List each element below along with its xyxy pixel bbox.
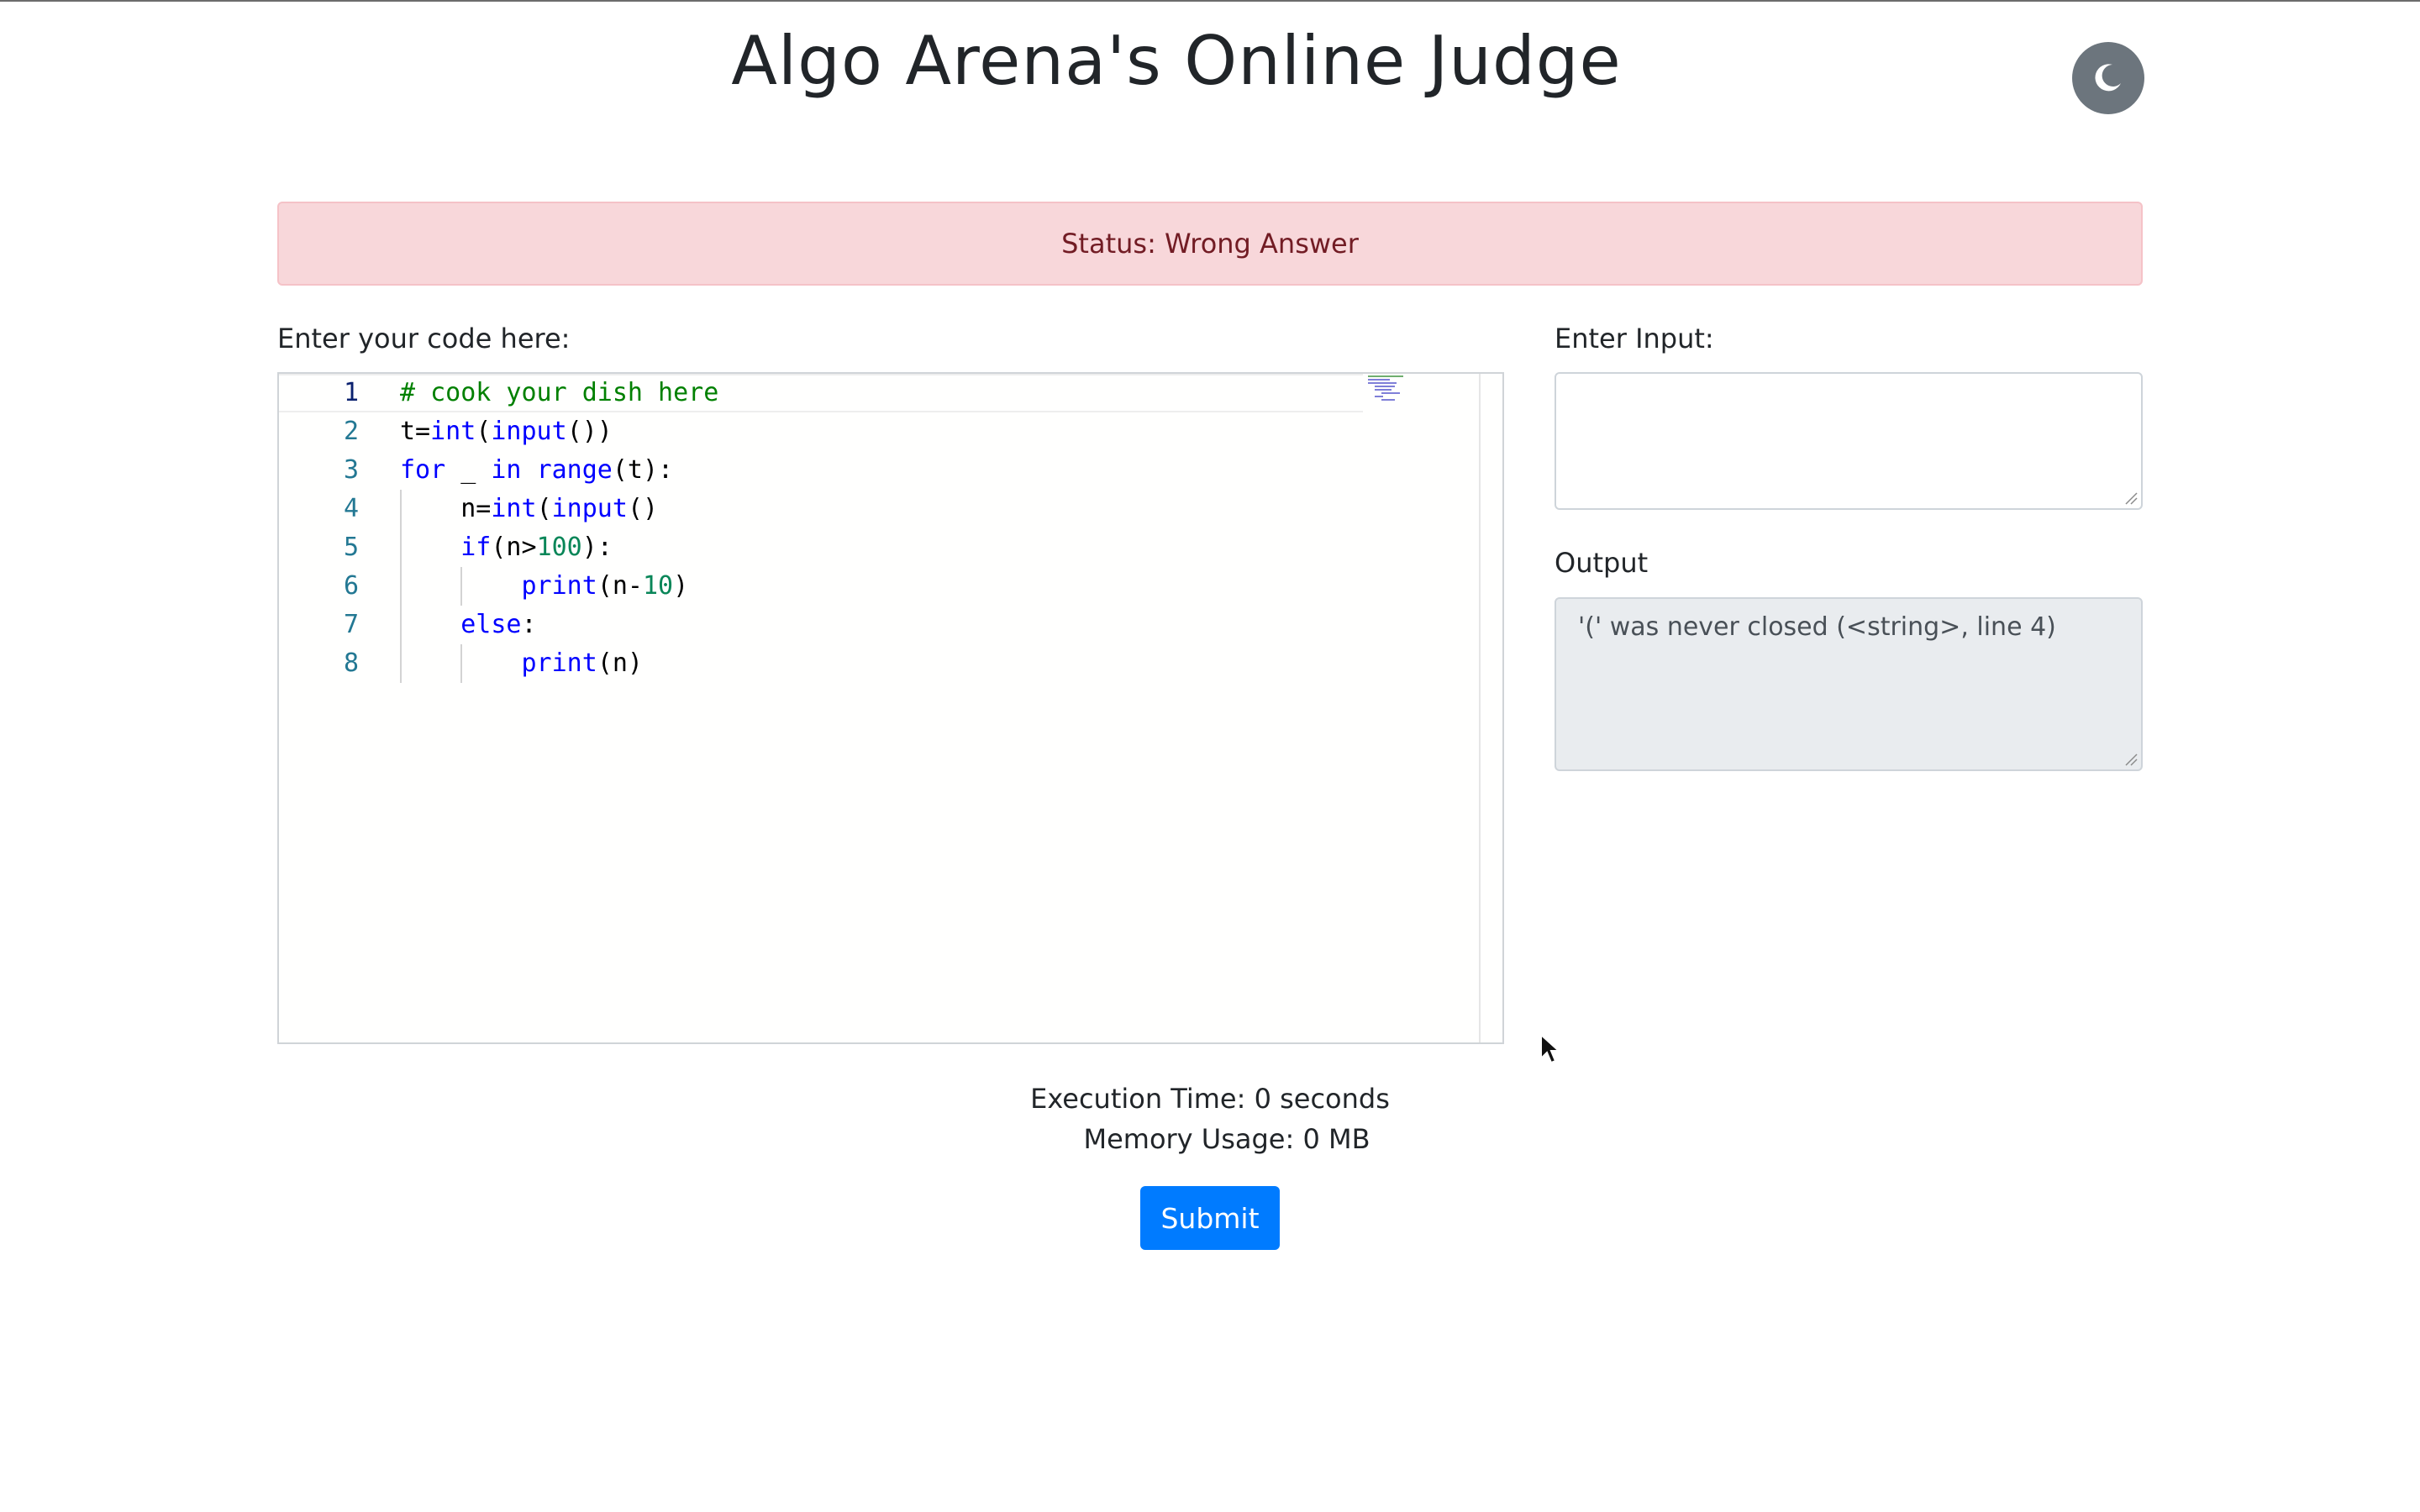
code-area[interactable]: # cook your dish here t=int(input()) for… (400, 374, 1477, 1042)
line-number: 1 (343, 378, 359, 407)
code-editor[interactable]: 1 2 3 4 5 6 7 8 # cook your dish here t=… (277, 372, 1504, 1044)
code-line: # cook your dish here (400, 378, 719, 407)
input-textarea[interactable] (1555, 372, 2143, 510)
page-title: Algo Arena's Online Judge (731, 22, 1622, 100)
code-line: if(n>100): (460, 533, 613, 562)
code-line: n=int(input() (400, 494, 659, 523)
submit-button[interactable]: Submit (1140, 1186, 1280, 1250)
execution-time: Execution Time: 0 seconds (1030, 1083, 1390, 1115)
theme-toggle-button[interactable] (2072, 42, 2144, 114)
line-number: 2 (343, 417, 359, 446)
line-number: 3 (343, 455, 359, 485)
resize-grip-icon[interactable] (2124, 491, 2138, 505)
code-line: print(n-10) (521, 571, 689, 601)
code-line: print(n) (521, 648, 644, 678)
line-number: 5 (343, 533, 359, 562)
line-number: 6 (343, 571, 359, 601)
line-number: 8 (343, 648, 359, 678)
memory-usage: Memory Usage: 0 MB (1083, 1123, 1370, 1155)
code-line: for _ in range(t): (400, 455, 674, 485)
editor-minimap[interactable] (1368, 374, 1410, 407)
status-alert: Status: Wrong Answer (277, 202, 2143, 286)
code-label: Enter your code here: (277, 323, 571, 354)
moon-icon (2092, 61, 2124, 96)
code-line: t=int(input()) (400, 417, 613, 446)
line-number: 7 (343, 610, 359, 639)
code-line: else: (460, 610, 537, 639)
top-border (0, 0, 2420, 2)
resize-grip-icon[interactable] (2124, 753, 2138, 766)
editor-scrollbar[interactable] (1479, 374, 1502, 1042)
output-label: Output (1555, 547, 1649, 579)
output-value: '(' was never closed (<string>, line 4) (1578, 612, 2056, 642)
input-label: Enter Input: (1555, 323, 1714, 354)
line-number-gutter: 1 2 3 4 5 6 7 8 (279, 374, 380, 1042)
mouse-cursor-icon (1540, 1033, 1561, 1064)
line-number: 4 (343, 494, 359, 523)
status-text: Status: Wrong Answer (1061, 228, 1359, 260)
output-textarea[interactable]: '(' was never closed (<string>, line 4) (1555, 597, 2143, 771)
